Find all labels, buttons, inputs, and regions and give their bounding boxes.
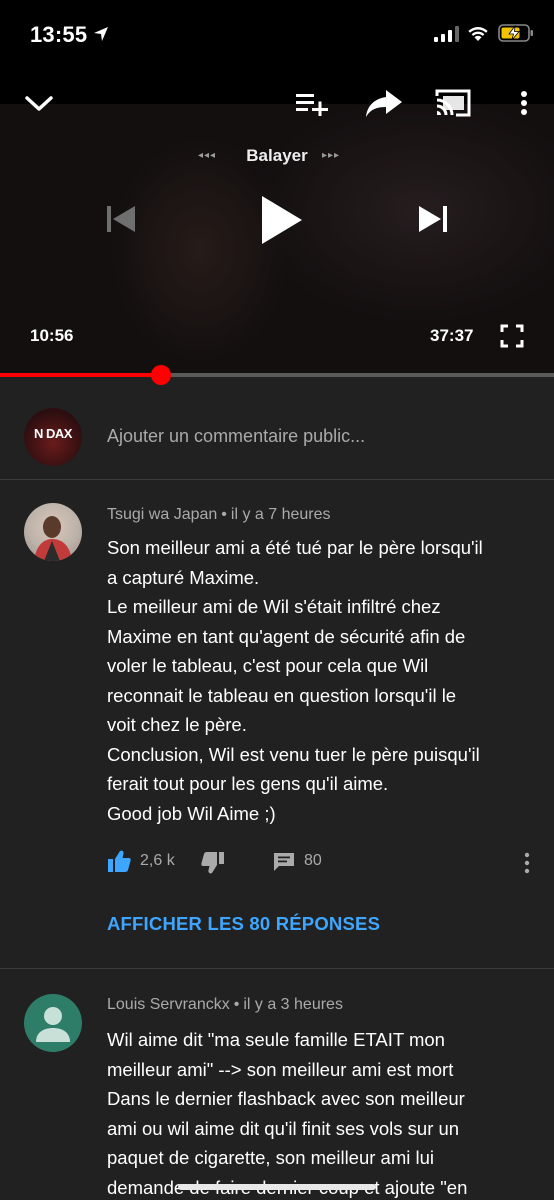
- user-avatar-logo-text: N DAX: [34, 426, 72, 441]
- previous-track-icon[interactable]: [104, 204, 138, 234]
- cast-icon[interactable]: [434, 86, 472, 120]
- comment-line: Wil aime dit "ma seule famille ETAIT mon: [107, 1029, 445, 1050]
- status-time: 13:55: [30, 22, 88, 47]
- comment-meta: Tsugi wa Japan • il y a 7 heures: [107, 506, 331, 524]
- comment-line: meilleur ami" --> son meilleur ami est m…: [107, 1058, 454, 1080]
- add-to-queue-icon[interactable]: [294, 90, 330, 116]
- wifi-icon: [468, 27, 488, 41]
- comment-more-icon[interactable]: [521, 851, 533, 875]
- comment-line: Son meilleur ami a été tué par le père l…: [107, 537, 483, 558]
- comment-author[interactable]: Tsugi wa Japan: [107, 506, 217, 523]
- thumbs-down-icon[interactable]: [201, 851, 225, 875]
- comment-line: Good job Wil Aime ;): [107, 802, 276, 824]
- thumbs-up-icon[interactable]: [107, 849, 131, 873]
- comment-age: il y a 3 heures: [243, 996, 343, 1013]
- comment-thread: Louis Servranckx • il y a 3 heures Wil aim…: [0, 970, 554, 1200]
- comment-text: Wil aime dit "ma seule famille ETAIT mon…: [107, 1025, 527, 1200]
- comment-line: Dans le dernier flashback avec son meill…: [107, 1088, 465, 1109]
- comment-actions: 2,6 k 80: [107, 849, 537, 877]
- reply-comment-icon[interactable]: [273, 851, 295, 873]
- status-bar: 13:55: [0, 0, 554, 80]
- video-player[interactable]: ◂◂◂ Balayer ▸▸▸ 10:56 37:37: [0, 80, 554, 376]
- meta-separator: •: [221, 506, 227, 523]
- comment-meta: Louis Servranckx • il y a 3 heures: [107, 996, 343, 1014]
- comment-author[interactable]: Louis Servranckx: [107, 996, 230, 1013]
- share-icon[interactable]: [364, 88, 404, 118]
- add-comment-input[interactable]: Ajouter un commentaire public...: [107, 426, 365, 447]
- play-icon[interactable]: [258, 194, 304, 246]
- comment-age: il y a 7 heures: [230, 506, 331, 523]
- video-progress-bar[interactable]: [0, 373, 554, 377]
- commenter-avatar[interactable]: [24, 994, 82, 1052]
- total-duration: 37:37: [430, 326, 474, 345]
- meta-separator: •: [233, 996, 240, 1013]
- comment-line: Le meilleur ami de Wil s'était infiltré …: [107, 596, 441, 617]
- like-count: 2,6 k: [140, 852, 175, 869]
- default-person-icon: [36, 1007, 70, 1042]
- fullscreen-icon[interactable]: [500, 324, 524, 348]
- comment-line: ferait tout pour les gens qu'il aime.: [107, 773, 389, 794]
- progress-played: [0, 373, 161, 377]
- user-avatar: N DAX: [24, 408, 82, 466]
- comment-line: Maxime en tant qu'agent de sécurité afin…: [107, 625, 466, 647]
- add-comment-row[interactable]: N DAX Ajouter un commentaire public...: [0, 380, 554, 480]
- commenter-avatar[interactable]: [24, 503, 82, 561]
- home-indicator[interactable]: [178, 1184, 376, 1190]
- comment-line: voler le tableau, c'est pour cela que Wi…: [107, 655, 429, 676]
- comment-line: voit chez le père.: [107, 714, 247, 735]
- current-time: 10:56: [30, 326, 74, 345]
- comment-text: Son meilleur ami a été tué par le père l…: [107, 533, 527, 828]
- reply-count: 80: [304, 852, 322, 869]
- collapse-chevron-icon[interactable]: [22, 90, 56, 116]
- comment-thread: Tsugi wa Japan • il y a 7 heures Son meill…: [0, 481, 554, 969]
- comment-line: Conclusion, Wil est venu tuer le père pu…: [107, 743, 480, 765]
- person-photo-icon: [34, 516, 72, 561]
- swipe-right-arrows: ▸▸▸: [322, 150, 341, 161]
- next-track-icon[interactable]: [416, 204, 450, 234]
- show-replies-button[interactable]: AFFICHER LES 80 RÉPONSES: [107, 913, 380, 935]
- comment-line: a capturé Maxime.: [107, 566, 260, 588]
- location-arrow-icon: [94, 27, 108, 41]
- cellular-signal-icon: [434, 26, 459, 42]
- swipe-hint-label: Balayer: [246, 146, 308, 165]
- comment-line: paquet de cigarette, son meilleur ami lu…: [107, 1147, 435, 1168]
- comment-line: ami ou wil aime dit qu'il finit ses vols…: [107, 1117, 460, 1139]
- comment-line: reconnait le tableau en question lorsqu'…: [107, 684, 457, 706]
- more-vertical-icon[interactable]: [512, 88, 536, 118]
- battery-charging-icon: [498, 24, 533, 42]
